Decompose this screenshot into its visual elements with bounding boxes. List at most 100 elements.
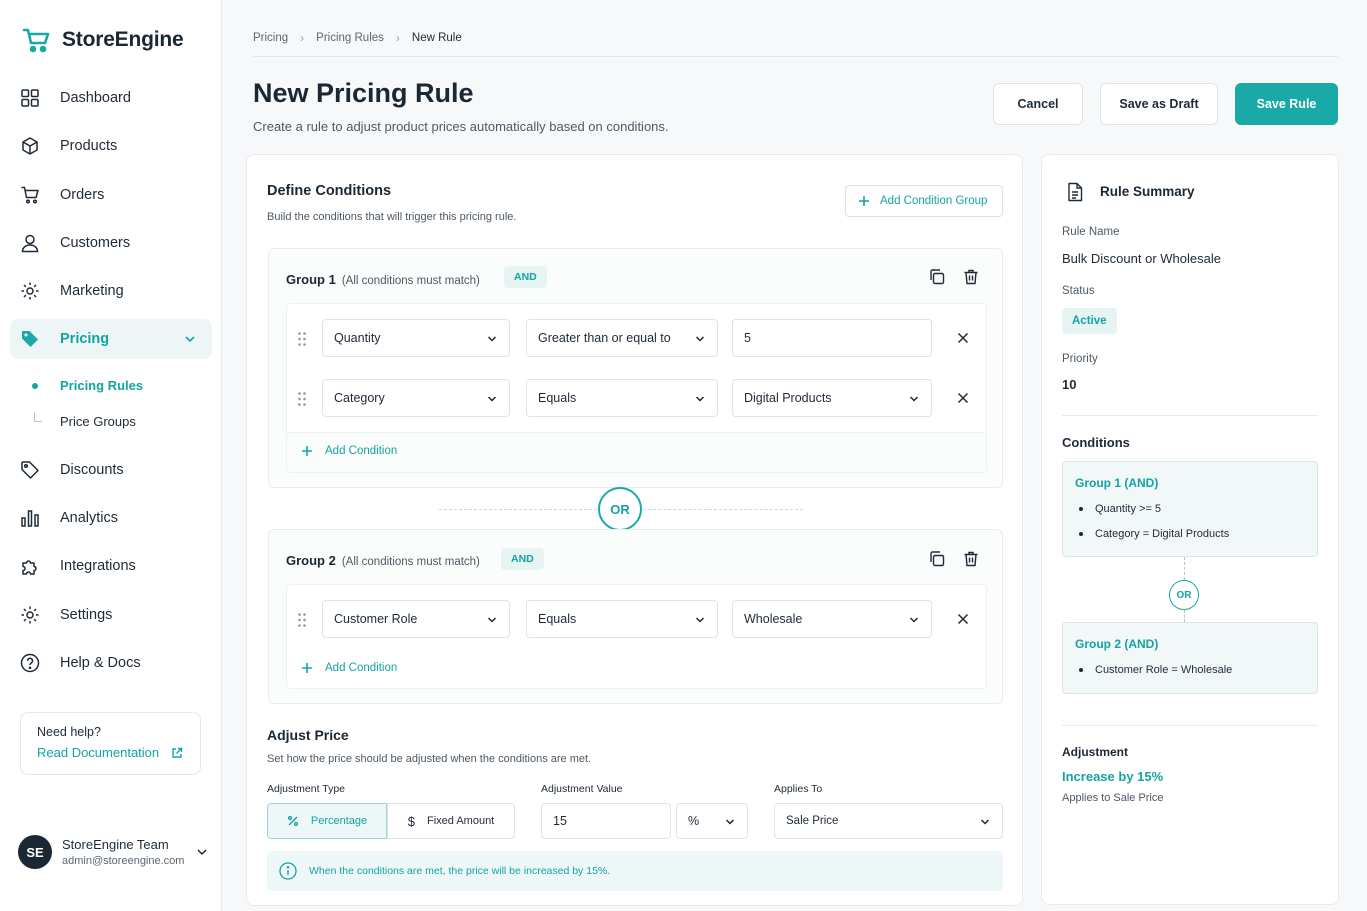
breadcrumb-pricing-rules[interactable]: Pricing Rules: [316, 32, 384, 44]
condition-field-select[interactable]: Category: [322, 379, 510, 417]
group-title-label: Group 2: [286, 553, 336, 568]
sidebar-item-label: Customers: [60, 234, 131, 251]
gear-icon: [21, 282, 39, 300]
info-icon: [279, 862, 297, 880]
sidebar-item-products[interactable]: Products: [10, 126, 212, 166]
main-nav: Dashboard Products Orders Customers Mark…: [10, 78, 212, 691]
sidebar: StoreEngine Dashboard Products Orders Cu…: [0, 0, 222, 911]
drag-handle-icon[interactable]: [297, 391, 307, 407]
close-icon[interactable]: [957, 392, 969, 404]
box-icon: [22, 137, 38, 156]
sidebar-item-integrations[interactable]: Integrations: [10, 546, 212, 586]
input-value: 15: [553, 814, 567, 828]
fixed-amount-toggle[interactable]: $ Fixed Amount: [387, 803, 515, 839]
chevron-down-icon: [487, 336, 497, 342]
select-value: Greater than or equal to: [538, 331, 671, 345]
summary-divider: [1062, 415, 1318, 416]
select-value: %: [688, 814, 700, 828]
sidebar-item-marketing[interactable]: Marketing: [10, 271, 212, 311]
select-value: Equals: [538, 391, 577, 405]
sidebar-item-label: Help & Docs: [60, 654, 141, 671]
add-condition-button[interactable]: Add Condition: [301, 662, 397, 674]
user-menu[interactable]: SE StoreEngine Team admin@storeengine.co…: [18, 832, 208, 872]
sidebar-subitem-label: Pricing Rules: [60, 378, 144, 394]
rule-summary-card: Rule Summary Rule Name Bulk Discount or …: [1041, 154, 1339, 905]
applies-to-select[interactable]: Sale Price: [774, 803, 1003, 839]
sidebar-item-label: Orders: [60, 186, 105, 203]
add-condition-label: Add Condition: [325, 445, 398, 457]
sidebar-item-label: Analytics: [60, 510, 119, 527]
condition-operator-select[interactable]: Equals: [526, 600, 718, 638]
percentage-toggle[interactable]: Percentage: [267, 803, 387, 839]
summary-divider: [1062, 725, 1318, 726]
select-value: Sale Price: [786, 815, 839, 827]
chevron-down-icon[interactable]: [184, 333, 196, 345]
summary-condition: Category = Digital Products: [1075, 521, 1305, 546]
select-value: Quantity: [334, 331, 381, 345]
copy-icon[interactable]: [928, 550, 946, 568]
adjust-price-subtitle: Set how the price should be adjusted whe…: [267, 753, 592, 765]
condition-field-select[interactable]: Quantity: [322, 319, 510, 357]
sidebar-item-settings[interactable]: Settings: [10, 595, 212, 635]
chevron-down-icon[interactable]: [196, 846, 208, 858]
read-documentation-link[interactable]: Read Documentation: [37, 745, 184, 760]
condition-operator-select[interactable]: Equals: [526, 379, 718, 417]
sidebar-item-discounts[interactable]: Discounts: [10, 450, 212, 490]
add-condition-button[interactable]: Add Condition: [301, 445, 397, 457]
drag-handle-icon[interactable]: [297, 612, 307, 628]
sidebar-item-analytics[interactable]: Analytics: [10, 498, 212, 538]
adjustment-value-input[interactable]: 15: [541, 803, 671, 839]
condition-field-select[interactable]: Customer Role: [322, 600, 510, 638]
trash-icon[interactable]: [962, 268, 980, 286]
group-rows: Customer Role Equals Wholesale Add Condi…: [286, 584, 987, 689]
adjustment-unit-select[interactable]: %: [676, 803, 748, 839]
adjustment-value-label: Adjustment Value: [541, 783, 623, 795]
close-icon[interactable]: [957, 332, 969, 344]
copy-icon[interactable]: [928, 268, 946, 286]
or-divider-left: [439, 509, 597, 510]
sidebar-item-customers[interactable]: Customers: [10, 223, 212, 263]
chevron-down-icon: [695, 617, 705, 623]
rule-name-label: Rule Name: [1062, 226, 1120, 238]
help-circle-icon: [20, 653, 40, 673]
sidebar-item-pricing[interactable]: Pricing: [10, 319, 212, 360]
sidebar-item-help-docs[interactable]: Help & Docs: [10, 643, 212, 683]
tree-elbow-icon: [34, 411, 42, 422]
adjustment-note: Applies to Sale Price: [1062, 792, 1164, 804]
save-rule-button[interactable]: Save Rule: [1235, 83, 1338, 125]
close-icon[interactable]: [957, 613, 969, 625]
sidebar-item-label: Discounts: [60, 461, 124, 478]
sidebar-item-dashboard[interactable]: Dashboard: [10, 78, 212, 118]
cancel-button[interactable]: Cancel: [993, 83, 1083, 125]
select-value: Wholesale: [744, 612, 803, 626]
condition-value-select[interactable]: Digital Products: [732, 379, 932, 417]
sidebar-item-label: Dashboard: [60, 90, 131, 106]
status-badge: Active: [1062, 308, 1117, 334]
trash-icon[interactable]: [962, 550, 980, 568]
breadcrumb-pricing[interactable]: Pricing: [253, 32, 288, 44]
drag-handle-icon[interactable]: [297, 331, 307, 347]
save-draft-button[interactable]: Save as Draft: [1100, 83, 1218, 125]
user-icon: [21, 234, 39, 253]
chevron-down-icon: [487, 396, 497, 402]
logo[interactable]: StoreEngine: [22, 26, 184, 54]
condition-value-input[interactable]: 5: [732, 319, 932, 357]
sidebar-item-label: Settings: [60, 606, 113, 623]
summary-condition: Quantity >= 5: [1075, 496, 1305, 521]
group-title: Group 1 (All conditions must match): [286, 272, 480, 287]
condition-operator-select[interactable]: Greater than or equal to: [526, 319, 718, 357]
sidebar-subitem-pricing-rules[interactable]: Pricing Rules: [10, 368, 212, 404]
fixed-amount-label: Fixed Amount: [426, 815, 495, 827]
adjustment-info-bar: When the conditions are met, the price w…: [267, 851, 1003, 891]
breadcrumb-divider: [253, 56, 1338, 57]
tag-outline-icon: [21, 461, 39, 479]
sidebar-subitem-price-groups[interactable]: Price Groups: [10, 404, 212, 440]
summary-group-2: Group 2 (AND) Customer Role = Wholesale: [1062, 622, 1318, 694]
app-name: StoreEngine: [62, 28, 184, 51]
help-box: Need help? Read Documentation: [20, 712, 201, 775]
puzzle-icon: [22, 560, 37, 576]
add-condition-group-button[interactable]: Add Condition Group: [845, 185, 1003, 217]
condition-value-select[interactable]: Wholesale: [732, 600, 932, 638]
rule-name-value: Bulk Discount or Wholesale: [1062, 251, 1221, 266]
sidebar-item-orders[interactable]: Orders: [10, 175, 212, 215]
